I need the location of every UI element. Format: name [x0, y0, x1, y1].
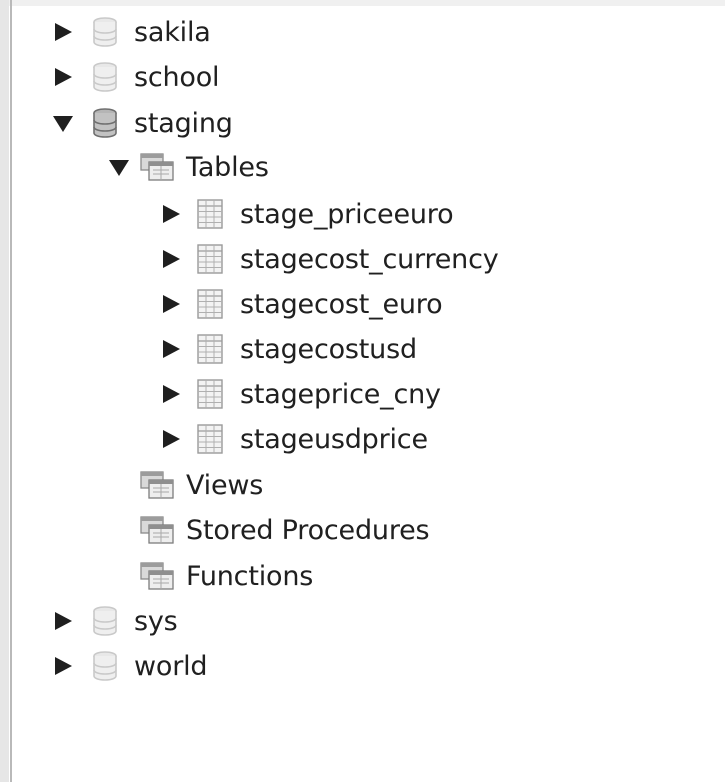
tree-node-label: stageusdprice [240, 423, 428, 455]
tree-group-tables[interactable]: Tables [108, 149, 269, 185]
triangle-right-icon[interactable] [160, 293, 182, 315]
folder-group-icon [140, 515, 174, 545]
triangle-right-icon[interactable] [160, 383, 182, 405]
database-icon [88, 62, 122, 92]
tree-node-label: Tables [186, 151, 269, 183]
triangle-right-icon[interactable] [160, 248, 182, 270]
tree-node-label: Views [186, 469, 264, 501]
triangle-down-icon[interactable] [52, 112, 74, 134]
database-icon [88, 651, 122, 681]
triangle-right-icon[interactable] [52, 21, 74, 43]
tree-table-item[interactable]: stagecost_euro [160, 286, 443, 322]
tree-node-school[interactable]: school [52, 59, 220, 95]
database-icon [88, 17, 122, 47]
table-icon [196, 289, 224, 319]
triangle-right-icon[interactable] [52, 610, 74, 632]
triangle-right-icon[interactable] [160, 338, 182, 360]
tree-group-views[interactable]: Views [140, 467, 263, 503]
database-icon [88, 108, 122, 138]
table-icon [196, 379, 224, 409]
folder-group-icon [140, 152, 174, 182]
table-icon [196, 334, 224, 364]
tree-table-item[interactable]: stagecost_currency [160, 241, 499, 277]
tree-group-functions[interactable]: Functions [140, 558, 313, 594]
tree-table-item[interactable]: stage_priceeuro [160, 196, 454, 232]
triangle-down-icon[interactable] [108, 156, 130, 178]
tree-node-label: school [134, 61, 220, 93]
tree-group-stored-procedures[interactable]: Stored Procedures [140, 512, 430, 548]
table-icon [196, 424, 224, 454]
folder-group-icon [140, 470, 174, 500]
tree-node-label: world [134, 650, 208, 682]
tree-node-label: stagecostusd [240, 333, 417, 365]
tree-node-label: stage_priceeuro [240, 198, 454, 230]
tree-node-label: sakila [134, 16, 211, 48]
triangle-right-icon[interactable] [160, 428, 182, 450]
database-icon [88, 606, 122, 636]
tree-table-item[interactable]: stageusdprice [160, 421, 428, 457]
table-icon [196, 244, 224, 274]
triangle-right-icon[interactable] [52, 66, 74, 88]
triangle-right-icon[interactable] [52, 655, 74, 677]
tree-node-sakila[interactable]: sakila [52, 14, 211, 50]
tree-node-label: Functions [186, 560, 314, 592]
tree-node-label: Stored Procedures [186, 514, 430, 546]
tree-node-sys[interactable]: sys [52, 603, 178, 639]
folder-group-icon [140, 561, 174, 591]
tree-node-label: sys [134, 605, 178, 637]
tree-table-item[interactable]: stagecostusd [160, 331, 417, 367]
schema-navigator-panel: sakila school staging Tables stage_price… [0, 0, 725, 782]
tree-node-label: stageprice_cny [240, 378, 441, 410]
tree-node-label: stagecost_euro [240, 288, 443, 320]
tree-node-world[interactable]: world [52, 648, 208, 684]
triangle-right-icon[interactable] [160, 203, 182, 225]
tree-node-label: stagecost_currency [240, 243, 499, 275]
tree-table-item[interactable]: stageprice_cny [160, 376, 441, 412]
tree-node-staging[interactable]: staging [52, 105, 233, 141]
table-icon [196, 199, 224, 229]
schema-tree: sakila school staging Tables stage_price… [0, 0, 725, 782]
tree-node-label: staging [134, 107, 233, 139]
